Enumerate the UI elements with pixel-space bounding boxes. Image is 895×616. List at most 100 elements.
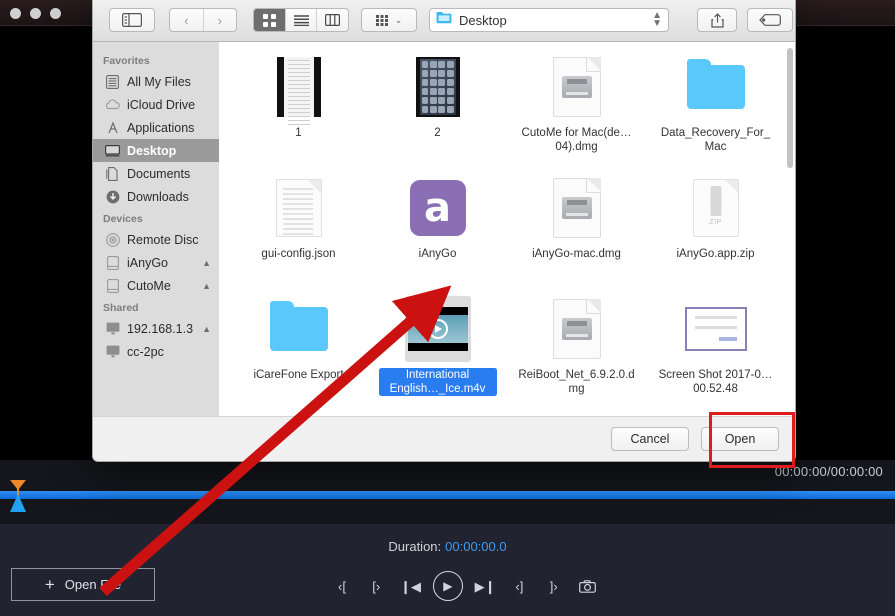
- file-thumbnail: [544, 54, 610, 120]
- duration-label: Duration:: [388, 539, 442, 554]
- trim-start-icon[interactable]: ‹]: [507, 574, 531, 598]
- content-scrollbar[interactable]: [787, 48, 793, 168]
- file-item[interactable]: iCareFone Export: [229, 296, 368, 411]
- icon-view-button[interactable]: [254, 9, 286, 31]
- file-item-selected[interactable]: International English…_Ice.m4v: [368, 296, 507, 411]
- minimize-button[interactable]: [30, 8, 41, 19]
- file-label: iAnyGo-mac.dmg: [532, 248, 621, 260]
- file-label: iCareFone Export: [253, 369, 344, 381]
- transport-controls: ‹[ [› ❙◀ ▶ ▶❙ ‹] ]›: [330, 569, 600, 603]
- sidebar-item-label: Remote Disc: [127, 232, 199, 247]
- drive-icon: [105, 255, 120, 270]
- file-item[interactable]: Data_Recovery_For_Mac: [646, 54, 785, 169]
- path-dropdown[interactable]: Desktop ▲ ▼: [429, 8, 669, 32]
- disk-image-icon: [552, 178, 601, 238]
- zoom-button[interactable]: [50, 8, 61, 19]
- sidebar-item-documents[interactable]: Documents: [93, 162, 219, 185]
- sidebar-item-cc-2pc[interactable]: cc-2pc: [93, 340, 219, 363]
- sidebar-item-icloud-drive[interactable]: iCloud Drive: [93, 93, 219, 116]
- phone-screenshot-icon: [276, 57, 321, 125]
- drive-icon: [105, 278, 120, 293]
- path-name: Desktop: [459, 12, 507, 28]
- duration-display: Duration: 00:00:00.0: [0, 539, 895, 554]
- file-item[interactable]: gui-config.json: [229, 175, 368, 290]
- eject-icon[interactable]: ▲: [202, 258, 211, 268]
- previous-frame-icon[interactable]: ❙◀: [399, 574, 423, 598]
- column-view-button[interactable]: [317, 9, 348, 31]
- set-in-point-icon[interactable]: ‹[: [330, 574, 354, 598]
- playhead-bottom-triangle: [10, 494, 26, 512]
- file-thumbnail: ZIP: [683, 175, 749, 241]
- sidebar-item-label: cc-2pc: [127, 344, 164, 359]
- file-thumbnail: [266, 54, 332, 125]
- stepper-icon: ▲ ▼: [652, 10, 662, 29]
- file-label: gui-config.json: [261, 248, 336, 260]
- file-item[interactable]: a iAnyGo: [368, 175, 507, 290]
- timeline-area: 00:00:00/00:00:00: [0, 460, 895, 524]
- sidebar-item-label: iAnyGo: [127, 255, 168, 270]
- tag-icon[interactable]: [747, 8, 793, 32]
- navigation-buttons: ‹ ›: [169, 8, 237, 32]
- forward-button[interactable]: ›: [204, 9, 237, 31]
- sidebar-item-label: 192.168.1.3: [127, 321, 194, 336]
- close-button[interactable]: [10, 8, 21, 19]
- remote-disc-icon: [105, 232, 120, 247]
- set-out-point-icon[interactable]: [›: [364, 574, 388, 598]
- sidebar-item-downloads[interactable]: Downloads: [93, 185, 219, 208]
- cancel-button[interactable]: Cancel: [611, 427, 689, 451]
- playhead-marker[interactable]: [10, 480, 26, 514]
- folder-icon: [269, 301, 328, 351]
- sidebar-section-shared: Shared: [103, 302, 139, 314]
- back-button[interactable]: ‹: [170, 9, 204, 31]
- file-item[interactable]: ReiBoot_Net_6.9.2.0.dmg: [507, 296, 646, 411]
- list-view-button[interactable]: [286, 9, 318, 31]
- sidebar-item-desktop[interactable]: Desktop: [93, 139, 219, 162]
- sidebar-item-label: Downloads: [127, 189, 189, 204]
- file-label: iAnyGo.app.zip: [676, 248, 755, 260]
- sidebar-item-applications[interactable]: Applications: [93, 116, 219, 139]
- finder-sidebar: Favorites All My Files iCloud Drive Appl…: [93, 42, 219, 417]
- sidebar-item-label: All My Files: [127, 74, 191, 89]
- folder-icon: [436, 11, 452, 29]
- video-file-icon: [407, 307, 468, 351]
- sidebar-item-cutome[interactable]: CutoMe ▲: [93, 274, 219, 297]
- snapshot-camera-icon[interactable]: [576, 574, 600, 598]
- display-icon: [105, 321, 120, 336]
- controls-bar: Duration: 00:00:00.0 + Open File ‹[ [› ❙◀…: [0, 524, 895, 616]
- play-button-icon[interactable]: ▶: [432, 571, 463, 601]
- file-thumbnail: [404, 296, 471, 362]
- file-item[interactable]: ZIP iAnyGo.app.zip: [646, 175, 785, 290]
- sidebar-toggle-icon[interactable]: [109, 8, 155, 32]
- next-frame-icon[interactable]: ▶❙: [473, 574, 497, 598]
- file-item[interactable]: 1: [229, 54, 368, 169]
- open-button[interactable]: Open: [701, 427, 779, 451]
- file-item[interactable]: iAnyGo-mac.dmg: [507, 175, 646, 290]
- sidebar-item-all-my-files[interactable]: All My Files: [93, 70, 219, 93]
- zip-archive-icon: ZIP: [692, 179, 739, 237]
- view-mode-group: [253, 8, 349, 32]
- file-thumbnail: [683, 296, 749, 362]
- sidebar-item-ianygo[interactable]: iAnyGo ▲: [93, 251, 219, 274]
- sidebar-item-label: iCloud Drive: [127, 97, 196, 112]
- file-thumbnail: [683, 54, 749, 120]
- sidebar-item-remote-disc[interactable]: Remote Disc: [93, 228, 219, 251]
- file-item[interactable]: Screen Shot 2017-0…00.52.48: [646, 296, 785, 411]
- share-icon[interactable]: [697, 8, 737, 32]
- applications-icon: [105, 120, 120, 135]
- trim-end-icon[interactable]: ]›: [542, 574, 566, 598]
- file-label: Screen Shot 2017-0…00.52.48: [658, 369, 773, 395]
- open-file-button[interactable]: + Open File: [11, 568, 155, 601]
- file-browser-content[interactable]: 1 2 CutoMe for Mac(de…04).dmg Data_Recov…: [219, 42, 795, 417]
- dialog-body: Favorites All My Files iCloud Drive Appl…: [93, 42, 795, 417]
- eject-icon[interactable]: ▲: [202, 281, 211, 291]
- timeline-track[interactable]: [0, 491, 895, 499]
- sidebar-item-192-168-1-3[interactable]: 192.168.1.3 ▲: [93, 317, 219, 340]
- file-thumbnail: [544, 296, 610, 362]
- file-item[interactable]: CutoMe for Mac(de…04).dmg: [507, 54, 646, 169]
- sidebar-section-favorites: Favorites: [103, 55, 150, 67]
- file-label: 1: [295, 127, 302, 139]
- file-item[interactable]: 2: [368, 54, 507, 169]
- eject-icon[interactable]: ▲: [202, 324, 211, 334]
- sidebar-item-label: Desktop: [127, 143, 177, 158]
- arrange-by-button[interactable]: ⌄: [361, 8, 417, 32]
